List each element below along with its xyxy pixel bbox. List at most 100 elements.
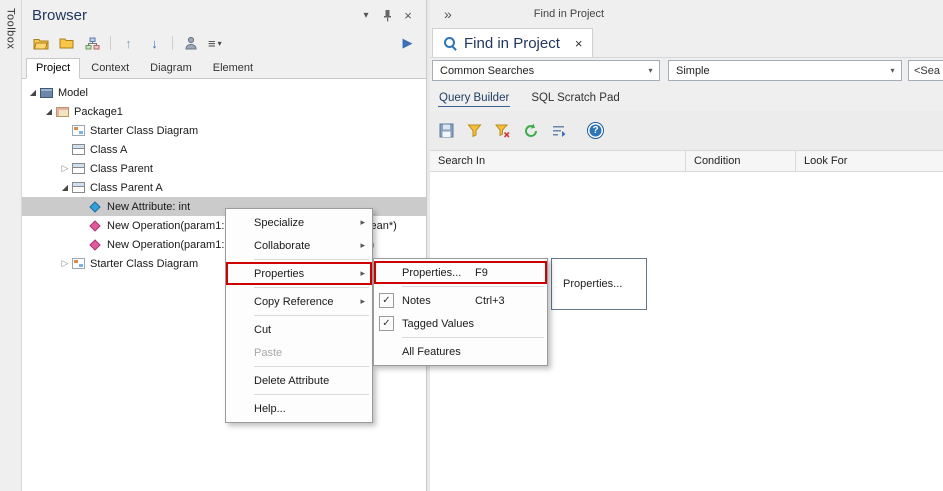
tree-item-model[interactable]: ◢ Model [22,83,426,102]
checkbox-checked-icon[interactable]: ✓ [379,293,394,308]
diagram-list-icon[interactable] [84,35,101,52]
package-icon [56,107,69,117]
tab-query-builder[interactable]: Query Builder [438,90,510,107]
folder-icon[interactable] [58,35,75,52]
collapsed-expander-icon[interactable]: ▷ [58,163,72,174]
tree-item-class-a[interactable]: Class A [22,140,426,159]
user-icon[interactable] [182,35,199,52]
combo-value: Simple [676,65,710,77]
menu-separator [254,287,369,288]
common-searches-combobox[interactable]: Common Searches ▾ [432,60,660,81]
menu-item-specialize[interactable]: Specialize ▸ [226,211,372,234]
search-toolbar: ? [430,111,943,150]
menu-item-all-features[interactable]: All Features [374,340,547,363]
close-panel-icon[interactable]: × [400,8,416,23]
properties-tooltip: Properties... [551,258,647,310]
toolbox-dock-tab[interactable]: Toolbox [0,0,22,491]
help-icon[interactable]: ? [588,123,603,138]
class-icon [72,163,85,174]
operation-icon [89,220,100,231]
context-menu: Specialize ▸ Collaborate ▸ Properties▸ Copy R… [225,208,373,423]
tree-item-label: Class A [90,144,127,156]
close-tab-icon[interactable]: × [575,36,583,51]
tree-item-label: Class Parent [90,163,153,175]
diagram-icon [72,258,85,269]
collapse-panel-icon[interactable]: » [444,6,452,22]
find-in-project-panel: » Find in Project Find in Project × Comm… [430,0,943,491]
menu-item-label: Collaborate [254,240,310,252]
submenu-arrow-icon: ▸ [360,217,365,228]
menu-item-label: Specialize [254,217,304,229]
menu-item-label: Notes [402,295,431,307]
tree-item-class-parent-a[interactable]: ◢Class Parent A [22,178,426,197]
tab-project[interactable]: Project [26,58,80,79]
collapsed-expander-icon[interactable]: ▷ [58,258,72,269]
pin-icon[interactable] [379,9,395,22]
menu-item-label: Tagged Values [402,318,474,330]
attribute-icon [89,201,100,212]
menu-shortcut: Ctrl+3 [475,295,533,307]
open-folder-icon[interactable] [32,35,49,52]
browser-tab-bar: ProjectContextDiagramElement [22,56,426,79]
clipped-search-control[interactable]: <Sea [908,60,943,81]
navigate-up-icon[interactable]: ↑ [120,35,137,52]
expanded-expander-icon[interactable]: ◢ [26,88,40,97]
tree-item-starter-class-diagram[interactable]: Starter Class Diagram [22,121,426,140]
combo-dropdown-arrow-icon[interactable]: ▾ [884,61,901,80]
window-menu-icon[interactable]: ▾ [358,10,374,21]
hamburger-menu-icon[interactable]: ≡ ▾ [208,35,222,52]
tab-sql-scratch-pad[interactable]: SQL Scratch Pad [530,90,620,106]
menu-item-cut[interactable]: Cut [226,318,372,341]
combo-value: Common Searches [440,65,534,77]
menu-separator [402,286,544,287]
navigate-down-icon[interactable]: ↓ [146,35,163,52]
search-mode-combobox[interactable]: Simple ▾ [668,60,902,81]
menu-item-properties[interactable]: Properties▸ [226,262,372,285]
menu-item-collaborate[interactable]: Collaborate ▸ [226,234,372,257]
menu-item-tagged-values[interactable]: ✓ Tagged Values [374,312,547,335]
menu-item-label: Copy Reference [254,296,334,308]
menu-item-label: Paste [254,347,282,359]
menu-item-label: Help... [254,403,286,415]
model-icon [40,88,53,98]
tree-item-label: New Attribute: int [107,201,190,213]
browser-title: Browser [32,7,87,24]
combo-dropdown-arrow-icon[interactable]: ▾ [642,61,659,80]
tab-diagram[interactable]: Diagram [140,58,202,79]
submenu-arrow-icon: ▸ [360,240,365,251]
filter-clear-icon[interactable] [494,122,511,139]
forward-icon[interactable]: ▶ [399,35,416,52]
grouping-icon[interactable] [550,122,567,139]
browser-header: Browser ▾ × [22,0,426,30]
panel-tab-bar: Find in Project × [430,28,943,58]
operation-icon [89,239,100,250]
column-header-look-for[interactable]: Look For [795,151,943,171]
column-header-search-in[interactable]: Search In [430,151,685,171]
tree-item-package1[interactable]: ◢Package1 [22,102,426,121]
tab-context[interactable]: Context [81,58,139,79]
column-header-condition[interactable]: Condition [685,151,795,171]
menu-item-label: Properties [254,268,304,280]
filter-icon[interactable] [466,122,483,139]
tree-item-label: Model [58,87,88,99]
menu-item-help[interactable]: Help... [226,397,372,420]
menu-lines-glyph: ≡ [208,36,216,51]
find-in-project-tab[interactable]: Find in Project × [432,28,593,57]
save-icon[interactable] [438,122,455,139]
toolbox-label: Toolbox [5,8,17,49]
checkbox-checked-icon[interactable]: ✓ [379,316,394,331]
menu-item-copy-reference[interactable]: Copy Reference▸ [226,290,372,313]
menu-item-delete-attribute[interactable]: Delete Attribute [226,369,372,392]
expanded-expander-icon[interactable]: ◢ [58,183,72,192]
tooltip-text: Properties... [563,278,622,290]
menu-item-properties[interactable]: Properties...F9 [374,261,547,284]
menu-separator [254,315,369,316]
tab-element[interactable]: Element [203,58,263,79]
refresh-icon[interactable] [522,122,539,139]
menu-item-notes[interactable]: ✓ Notes Ctrl+3 [374,289,547,312]
browser-toolbar: ↑ ↓ ≡ ▾ ▶ [22,30,426,56]
tree-item-class-parent[interactable]: ▷ Class Parent [22,159,426,178]
application-window: Toolbox Browser ▾ × ↑ ↓ [0,0,943,491]
expanded-expander-icon[interactable]: ◢ [42,107,56,116]
find-tab-label: Find in Project [464,35,560,52]
